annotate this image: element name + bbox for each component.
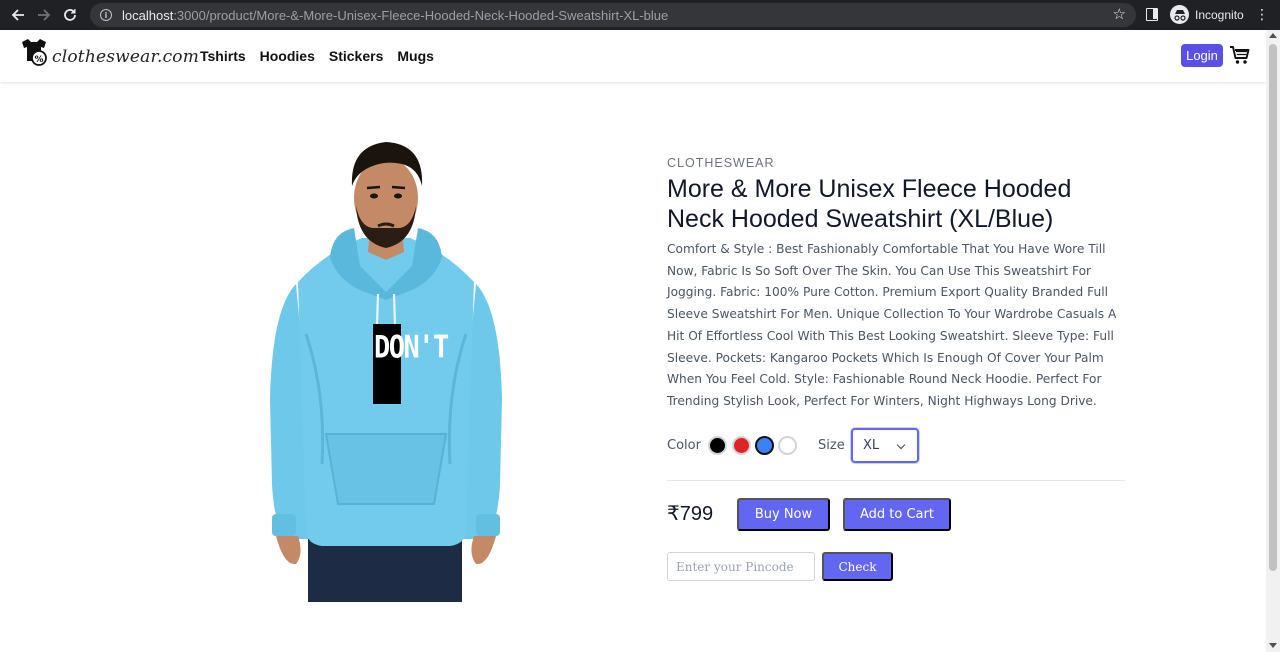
reload-icon[interactable] [57,2,83,28]
browser-toolbar: i localhost:3000/product/More-&-More-Uni… [0,0,1280,30]
product-price: ₹799 [667,503,714,525]
cart-icon[interactable] [1229,45,1251,65]
check-pincode-button[interactable]: Check [822,552,893,581]
color-swatch-blue[interactable] [755,436,774,455]
page-scrollbar[interactable] [1266,30,1280,652]
nav-hoodies[interactable]: Hoodies [260,48,315,64]
add-to-cart-button[interactable]: Add to Cart [843,498,951,531]
url-text[interactable]: localhost:3000/product/More-&-More-Unise… [122,8,668,23]
divider [667,480,1125,481]
color-swatch-black[interactable] [708,436,727,455]
svg-text:%: % [34,55,43,65]
bookmark-star-icon[interactable]: ☆ [1113,5,1126,23]
login-button[interactable]: Login [1181,44,1223,67]
product-image: DON'T QUIT [266,134,506,602]
color-swatch-red[interactable] [732,436,751,455]
nav-tshirts[interactable]: Tshirts [200,48,246,64]
scroll-up-arrow[interactable] [1269,33,1277,38]
pincode-input[interactable] [667,552,815,581]
address-bar[interactable]: i localhost:3000/product/More-&-More-Uni… [90,3,1136,27]
product-options: Color Size XL [667,428,1127,464]
back-icon[interactable] [5,2,31,28]
site-header: % clotheswear.com Tshirts Hoodies Sticke… [0,30,1266,82]
color-swatch-white[interactable] [778,436,797,455]
incognito-profile[interactable]: Incognito [1170,5,1244,24]
scroll-thumb[interactable] [1269,44,1277,571]
incognito-icon [1170,5,1189,24]
site-info-icon[interactable]: i [100,9,112,21]
logo-text: clotheswear.com [52,47,200,67]
product-description: Comfort & Style : Best Fashionably Comfo… [667,242,1117,408]
size-select[interactable]: XL [851,428,919,463]
product-brand: CLOTHESWEAR [667,156,775,170]
side-panel-icon[interactable] [1146,8,1158,21]
nav-mugs[interactable]: Mugs [397,48,434,64]
chevron-down-icon [896,440,906,450]
print-quit-text: QUIT [344,360,403,397]
product-title: More & More Unisex Fleece Hooded Neck Ho… [667,175,1072,233]
logo-tshirt-icon: % [18,37,50,69]
forward-icon[interactable] [31,2,57,28]
main-nav: Tshirts Hoodies Stickers Mugs [200,48,434,64]
color-label: Color [667,438,701,453]
size-select-value: XL [863,438,880,453]
browser-menu-icon[interactable]: ⋮ [1255,6,1269,24]
site-logo[interactable]: % clotheswear.com [18,37,199,69]
scroll-down-arrow[interactable] [1269,643,1277,648]
product-details: CLOTHESWEAR More & More Unisex Fleece Ho… [667,156,1127,413]
size-label: Size [818,438,845,453]
nav-stickers[interactable]: Stickers [329,48,383,64]
incognito-label: Incognito [1195,7,1244,22]
buy-now-button[interactable]: Buy Now [737,498,830,531]
